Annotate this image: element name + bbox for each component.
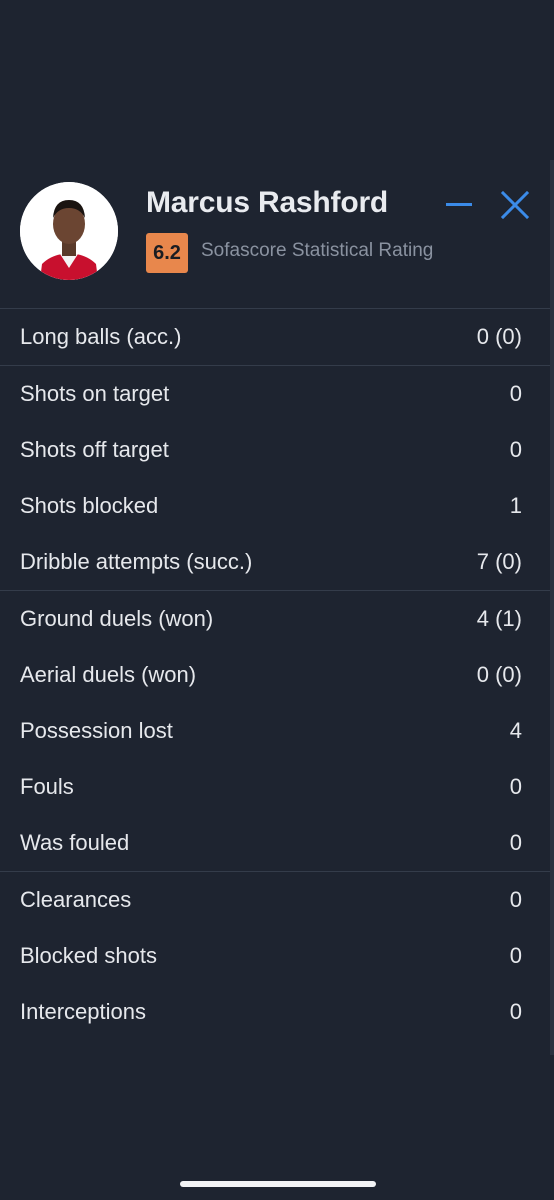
- stat-label: Clearances: [20, 887, 132, 912]
- stats-group: Clearances 0 Blocked shots 0 Interceptions 0 T…: [0, 872, 550, 1055]
- stat-value: 4 (1): [476, 606, 522, 631]
- stats-list: Long balls (acc.) 0 (0) Shots on target 0 Sh…: [0, 309, 550, 1055]
- player-stats-panel: Marcus Rashford 6.2 Sofascore Statistica…: [0, 160, 550, 1055]
- stat-label: Was fouled: [20, 830, 130, 855]
- stat-value: 0: [509, 774, 522, 799]
- stat-row: Long balls (acc.) 0 (0): [0, 309, 550, 365]
- scrollbar[interactable]: [550, 160, 554, 1055]
- stat-row: Shots off target 0: [0, 422, 550, 478]
- stat-label: Interceptions: [20, 999, 146, 1024]
- stats-group: Shots on target 0 Shots off target 0 Shots b…: [0, 366, 550, 591]
- stat-label: Dribble attempts (succ.): [20, 549, 253, 574]
- stat-value: 0 (0): [476, 324, 522, 349]
- stat-row: Was fouled 0: [0, 815, 550, 871]
- stat-row: Ground duels (won) 4 (1): [0, 591, 550, 647]
- rating-badge: 6.2: [146, 233, 188, 273]
- stat-value: 7 (0): [476, 549, 522, 574]
- stat-value: 0: [509, 943, 522, 968]
- rating-label: Sofascore Statistical Rating: [201, 240, 434, 261]
- player-name: Marcus Rashford: [146, 186, 389, 219]
- stat-row: Blocked shots 0: [0, 928, 550, 984]
- stat-label: Shots on target: [20, 381, 170, 406]
- stat-label: Shots off target: [20, 437, 169, 462]
- stat-value: 0: [509, 381, 522, 406]
- stat-label: Aerial duels (won): [20, 662, 197, 687]
- stat-row: Possession lost 4: [0, 703, 550, 759]
- stat-value: 0: [509, 999, 522, 1024]
- stat-row: Interceptions 0: [0, 984, 550, 1040]
- stat-label: Long balls (acc.): [20, 324, 182, 349]
- minimize-button[interactable]: [440, 188, 478, 222]
- close-icon: [500, 190, 530, 220]
- player-header: Marcus Rashford 6.2 Sofascore Statistica…: [0, 160, 550, 309]
- stat-label: Possession lost: [20, 718, 173, 743]
- player-photo-icon: [20, 182, 118, 280]
- stat-label: Blocked shots: [20, 943, 157, 968]
- stat-row: Shots on target 0: [0, 366, 550, 422]
- stat-label: Ground duels (won): [20, 606, 214, 631]
- stat-label: Fouls: [20, 774, 74, 799]
- player-avatar: [20, 182, 118, 280]
- stat-value: 0: [509, 887, 522, 912]
- close-button[interactable]: [498, 188, 532, 222]
- stat-label: Shots blocked: [20, 493, 159, 518]
- stat-row: Shots blocked 1: [0, 478, 550, 534]
- stat-row: Clearances 0: [0, 872, 550, 928]
- stat-value: 0 (0): [476, 662, 522, 687]
- stats-group: Long balls (acc.) 0 (0): [0, 309, 550, 366]
- stat-row: Fouls 0: [0, 759, 550, 815]
- stat-value: 1: [509, 493, 522, 518]
- stat-value: 0: [509, 830, 522, 855]
- stats-group: Ground duels (won) 4 (1) Aerial duels (won…: [0, 591, 550, 872]
- stat-row: Tackles1: [0, 1040, 550, 1055]
- minimize-icon: [446, 203, 472, 206]
- stat-value: 4: [509, 718, 522, 743]
- home-indicator[interactable]: [180, 1181, 376, 1187]
- stat-value: 0: [509, 437, 522, 462]
- stat-row: Dribble attempts (succ.) 7 (0): [0, 534, 550, 590]
- stat-row: Aerial duels (won) 0 (0): [0, 647, 550, 703]
